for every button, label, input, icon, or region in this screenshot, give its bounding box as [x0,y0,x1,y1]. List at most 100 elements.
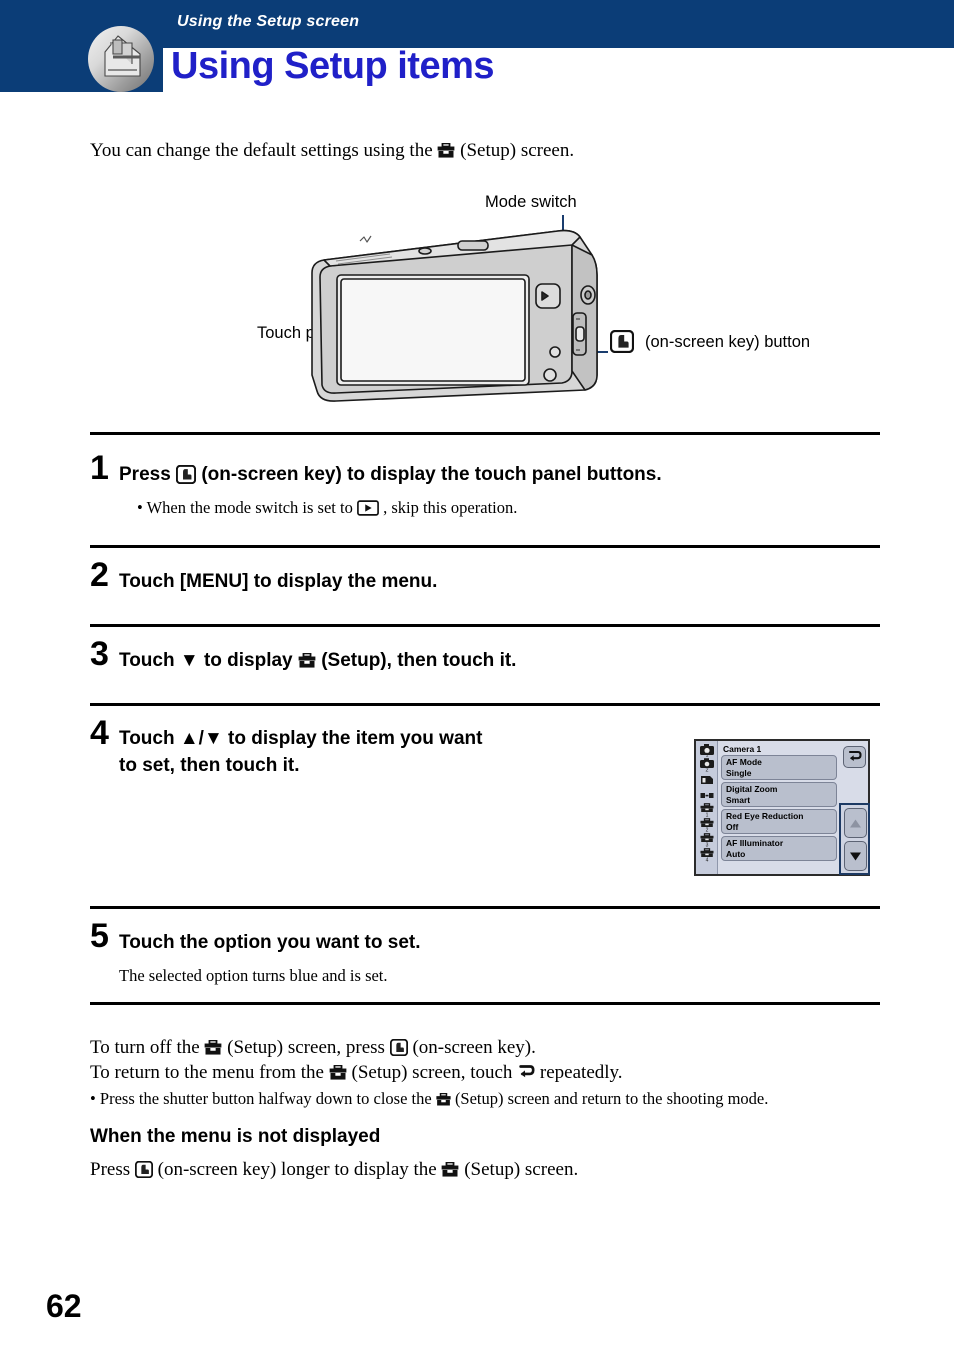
menu-item-value: Smart [726,795,751,806]
return-arrow-icon [848,750,862,761]
setup-toolbox-icon [436,1093,451,1106]
step-2-heading: Touch [MENU] to display the menu. [119,571,438,592]
closing-line-1: To turn off the (Setup) screen, press (o… [90,1037,536,1059]
on-screen-key-icon [176,465,197,484]
step-5-heading: Touch the option you want to set. [119,932,421,953]
menu-item-digital-zoom[interactable]: Digital Zoom Smart [721,782,837,807]
closing-line-2: To return to the menu from the (Setup) s… [90,1062,623,1084]
step-3-number: 3 [90,635,109,673]
menu-screen-title: Camera 1 [723,744,762,754]
step-4-number: 4 [90,714,109,752]
svg-text:4: 4 [705,858,708,862]
section-body-a: Press [90,1159,131,1180]
camera-diagram: Mode switch Touch panel (on-screen key) … [240,185,900,410]
page-title: Using Setup items [171,45,495,87]
step-5-number: 5 [90,917,109,955]
menu-item-label: AF Mode [726,757,762,767]
page-number: 62 [46,1288,82,1324]
menu-category-rail[interactable]: 1 2 1 2 3 4 [696,741,718,874]
step-4-heading: Touch ▲/▼ to display the item you want t… [119,726,482,780]
divider-3 [90,624,880,627]
menu-return-button[interactable] [843,746,866,768]
step-3-text-after: (Setup), then touch it. [321,650,517,671]
setup-3-icon[interactable]: 3 [699,833,715,847]
step-4-line-2: to set, then touch it. [119,754,300,776]
step-1-note-after: , skip this operation. [383,498,518,517]
camera-2-icon[interactable]: 2 [699,758,715,772]
section-heading: When the menu is not displayed [90,1126,381,1147]
camera-illustration [311,215,608,402]
setup-toolbox-icon [438,143,455,158]
menu-item-value: Auto [726,849,746,860]
closing-2c: repeatedly. [539,1062,623,1083]
step-1-number: 1 [90,449,109,487]
step-1-heading: Press (on-screen key) to display the tou… [119,462,662,489]
internal-memory-icon[interactable] [699,788,715,802]
intro-paragraph: You can change the default settings usin… [90,140,574,162]
setup-toolbox-icon [205,1040,222,1055]
menu-item-label: Red Eye Reduction [726,811,804,821]
section-body-c: (Setup) screen. [464,1159,579,1180]
closing-1b: (Setup) screen, press [227,1037,385,1058]
menu-scroll-highlight [839,803,870,875]
step-1-text-before: Press [119,464,171,485]
setup-2-icon[interactable]: 2 [699,818,715,832]
svg-text:1: 1 [705,753,708,757]
setup-1-icon[interactable]: 1 [699,803,715,817]
bullet: • [90,1089,96,1108]
divider-2 [90,545,880,548]
step-3-heading: Touch ▼ to display (Setup), then touch i… [119,648,516,675]
triangle-up-icon [850,819,861,827]
step-2-number: 2 [90,556,109,594]
divider-6 [90,1002,880,1005]
section-body: Press (on-screen key) longer to display … [90,1159,578,1181]
closing-line-3: • Press the shutter button halfway down … [90,1089,768,1109]
camera-1-icon[interactable]: 1 [699,743,715,757]
step-4-line-1: Touch ▲/▼ to display the item you want [119,728,483,749]
closing-2a: To return to the menu from the [90,1062,324,1083]
step-3-text-before: Touch ▼ to display [119,650,293,671]
setup-toolbox-icon [298,653,316,668]
setup-4-icon[interactable]: 4 [699,848,715,862]
closing-3a: Press the shutter button halfway down to… [99,1089,432,1108]
menu-item-af-illuminator[interactable]: AF Illuminator Auto [721,836,837,861]
step-5-note: The selected option turns blue and is se… [119,966,388,985]
closing-3b: (Setup) screen and return to the shootin… [454,1089,769,1108]
camera-corner-icon [88,26,154,92]
svg-text:2: 2 [705,828,708,832]
menu-scroll-up-button[interactable] [844,808,867,838]
step-1-note-before: When the mode switch is set to [146,498,353,517]
playback-icon [357,500,379,516]
svg-text:3: 3 [705,843,708,847]
svg-text:2: 2 [705,768,708,772]
menu-scroll-down-button[interactable] [844,841,867,871]
closing-2b: (Setup) screen, touch [351,1062,513,1083]
bullet: • [137,498,143,517]
menu-item-value: Off [726,822,739,833]
step-1-text-after: (on-screen key) to display the touch pan… [201,464,662,485]
on-screen-key-icon [134,1161,153,1178]
section-body-b: (on-screen key) longer to display the [157,1159,437,1180]
setup-toolbox-icon [442,1162,459,1177]
return-arrow-icon [519,1065,535,1078]
intro-text-after: (Setup) screen. [460,140,575,161]
step-1-note: • When the mode switch is set to , skip … [137,498,517,518]
header-subtitle: Using the Setup screen [177,13,360,30]
divider-5 [90,906,880,909]
menu-item-af-mode[interactable]: AF Mode Single [721,755,837,780]
closing-1c: (on-screen key). [412,1037,536,1058]
closing-1a: To turn off the [90,1037,200,1058]
on-screen-key-icon [389,1039,408,1056]
menu-item-label: AF Illuminator [726,838,784,848]
triangle-down-icon [850,852,861,860]
setup-toolbox-icon [329,1065,347,1080]
intro-text-before: You can change the default settings usin… [90,140,433,161]
divider-1 [90,432,880,435]
memory-card-icon[interactable] [699,773,715,787]
menu-item-value: Single [726,768,752,779]
divider-4 [90,703,880,706]
menu-item-label: Digital Zoom [726,784,778,794]
camera-menu-screenshot: 1 2 1 2 3 4 Camera 1 AF Mode Single Digi… [694,739,870,876]
menu-item-red-eye-reduction[interactable]: Red Eye Reduction Off [721,809,837,834]
svg-text:1: 1 [705,813,708,817]
